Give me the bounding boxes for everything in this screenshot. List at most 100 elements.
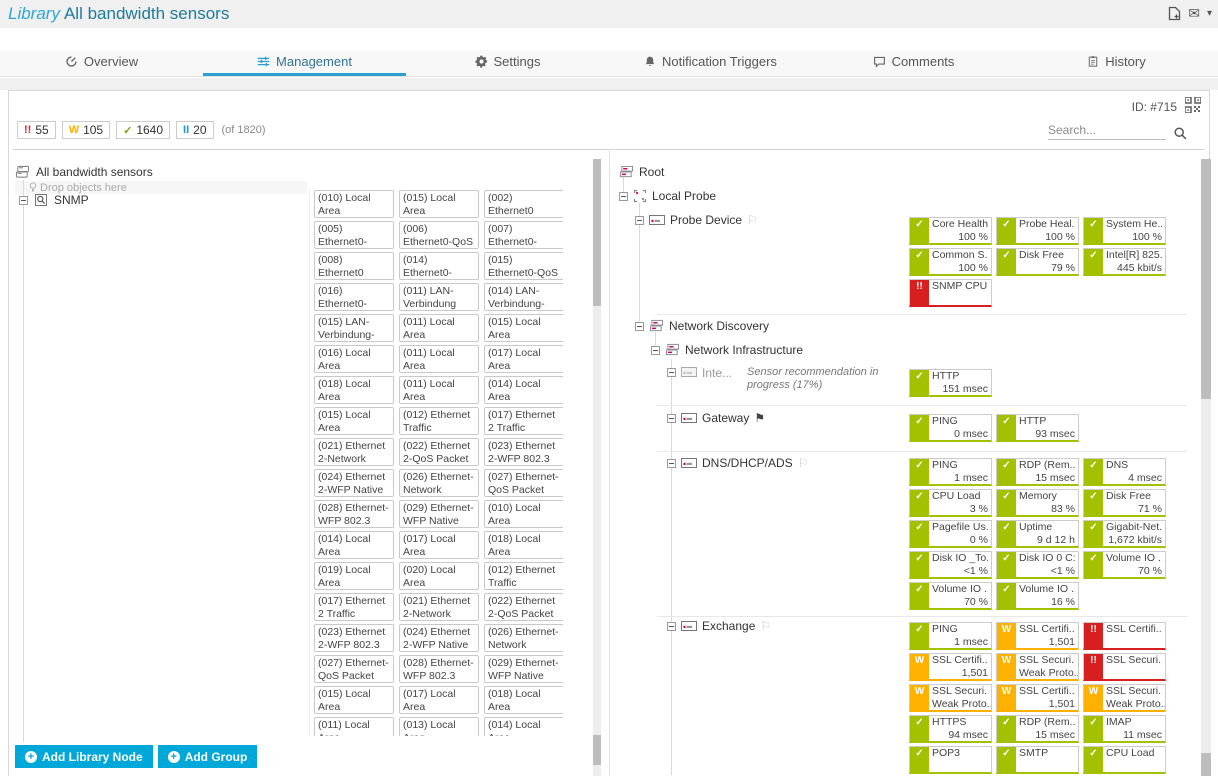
flag-icon[interactable]: ⚐	[798, 456, 809, 470]
tree-node-dns-dhcp-ads[interactable]: DNS/DHCP/ADS ⚐	[667, 456, 808, 470]
tree-node-probe-device[interactable]: Probe Device ⚐	[635, 213, 758, 227]
scrollbar-thumb[interactable]	[593, 159, 601, 306]
collapse-toggle[interactable]	[635, 322, 644, 331]
sensor-chip[interactable]: ✓CPU Load3 %	[909, 489, 992, 517]
sensor-tile[interactable]: (028) Ethernet-WFP 802.3	[314, 500, 394, 528]
tree-node-network-discovery[interactable]: Network Discovery	[635, 319, 769, 333]
sensor-tile[interactable]: (012) Ethernet Traffic	[399, 407, 479, 435]
sensor-chip[interactable]: ✓SMTP	[996, 746, 1079, 774]
sensor-chip[interactable]: ✓Common S...100 %	[909, 248, 992, 276]
scrollbar-block[interactable]	[1201, 753, 1211, 776]
sensor-tile[interactable]: (020) Local Area	[399, 562, 479, 590]
sensor-tile[interactable]: (027) Ethernet-QoS Packet	[484, 469, 563, 497]
sensor-chip[interactable]: ✓RDP (Rem...15 msec	[996, 715, 1079, 743]
sensor-chip[interactable]: ✓IMAP11 msec	[1083, 715, 1166, 743]
tab-comments[interactable]: Comments	[812, 50, 1015, 76]
sensor-chip[interactable]: ✓Disk Free71 %	[1083, 489, 1166, 517]
sensor-tile[interactable]: (014) Local Area	[484, 717, 563, 736]
sensor-chip[interactable]: WSSL Certifi...1,501	[996, 622, 1079, 650]
sensor-tile[interactable]: (012) Ethernet Traffic	[484, 562, 563, 590]
sensor-tile[interactable]: (014) LAN-Verbindung-QoS	[484, 283, 563, 311]
right-scrollbar[interactable]	[1201, 159, 1211, 776]
sensor-tile[interactable]: (019) Local Area	[314, 562, 394, 590]
tree-node-network-infrastructure[interactable]: Network Infrastructure	[651, 343, 803, 357]
sensor-chip[interactable]: ✓Volume IO ...70 %	[909, 582, 992, 610]
sensor-chip[interactable]: ✓Core Health100 %	[909, 217, 992, 245]
scrollbar-thumb[interactable]	[1201, 159, 1211, 399]
caret-down-icon[interactable]: ▾	[1207, 8, 1212, 19]
tree-node-root[interactable]: Root	[619, 165, 664, 179]
sensor-chip[interactable]: ✓PING1 msec	[909, 458, 992, 486]
collapse-toggle[interactable]	[667, 459, 676, 468]
sensor-tile[interactable]: (014) Ethernet0-WFP Native	[399, 252, 479, 280]
sensor-chip[interactable]: ✓Disk IO _To...<1 %	[909, 551, 992, 579]
sensor-tile[interactable]: (015) Local Area	[399, 190, 479, 218]
sensor-tile[interactable]: (017) Local Area	[399, 686, 479, 714]
sensor-tile[interactable]: (017) Local Area	[484, 345, 563, 373]
sensor-chip[interactable]: ✓System He...100 %	[1083, 217, 1166, 245]
collapse-toggle[interactable]	[635, 216, 644, 225]
status-badge-warning[interactable]: W105	[62, 121, 110, 139]
sensor-tile[interactable]: (011) Local Area	[314, 717, 394, 736]
sensor-tile[interactable]: (010) Local Area	[314, 190, 394, 218]
sensor-tile[interactable]: (015) Local Area	[484, 314, 563, 342]
collapse-toggle[interactable]	[667, 368, 676, 377]
sensor-tile[interactable]: (017) Ethernet 2 Traffic	[314, 593, 394, 621]
tab-notification-triggers[interactable]: Notification Triggers	[609, 50, 812, 76]
status-badge-up[interactable]: ✓1640	[116, 121, 170, 139]
sensor-tile[interactable]: (014) Local Area	[314, 531, 394, 559]
sensor-chip[interactable]: ✓HTTP93 msec	[996, 414, 1079, 442]
sensor-chip[interactable]: WSSL Certifi...1,501	[909, 653, 992, 681]
sensor-tile[interactable]: (026) Ethernet-Network	[399, 469, 479, 497]
tab-settings[interactable]: Settings	[406, 50, 609, 76]
sensor-chip[interactable]: ✓PING1 msec	[909, 622, 992, 650]
sensor-chip[interactable]: WSSL Securi...Weak Proto...	[996, 653, 1079, 681]
sensor-tile[interactable]: (011) Local Area	[399, 314, 479, 342]
flag-icon[interactable]: ⚑	[754, 411, 765, 425]
collapse-toggle[interactable]	[19, 196, 28, 205]
library-node-snmp[interactable]: SNMP	[19, 193, 89, 207]
sensor-chip[interactable]: ✓RDP (Rem...15 msec	[996, 458, 1079, 486]
sensor-chip[interactable]: ✓Probe Heal...100 %	[996, 217, 1079, 245]
sensor-chip[interactable]: !!SNMP CPU...	[909, 279, 992, 307]
sensor-chip[interactable]: WSSL Certifi...1,501	[996, 684, 1079, 712]
sensor-chip[interactable]: ✓Volume IO ...16 %	[996, 582, 1079, 610]
sensor-tile[interactable]: (007) Ethernet0-WFP 802.3	[484, 221, 563, 249]
scrollbar-block[interactable]	[593, 735, 601, 765]
sensor-tile[interactable]: (016) Local Area	[314, 345, 394, 373]
status-badge-paused[interactable]: II20	[176, 121, 213, 139]
sensor-chip[interactable]: ✓POP3	[909, 746, 992, 774]
collapse-toggle[interactable]	[619, 192, 628, 201]
sensor-chip[interactable]: WSSL Securi...Weak Proto...	[1083, 684, 1166, 712]
sensor-tile[interactable]: (011) Local Area	[399, 345, 479, 373]
tree-node-exchange[interactable]: Exchange ⚐	[667, 619, 771, 633]
add-library-node-button[interactable]: + Add Library Node	[15, 745, 153, 768]
sensor-chip[interactable]: ✓HTTPS94 msec	[909, 715, 992, 743]
sensor-chip[interactable]: ✓Intel[R] 825...445 kbit/s	[1083, 248, 1166, 276]
sensor-chip[interactable]: ✓Uptime9 d 12 h	[996, 520, 1079, 548]
sensor-tile[interactable]: (024) Ethernet 2-WFP Native	[399, 624, 479, 652]
sensor-chip[interactable]: ✓Disk Free79 %	[996, 248, 1079, 276]
sensor-chip[interactable]: ✓Disk IO 0 C:<1 %	[996, 551, 1079, 579]
sensor-chip[interactable]: ✓Volume IO ...70 %	[1083, 551, 1166, 579]
sensor-tile[interactable]: (015) Local Area	[314, 686, 394, 714]
sensor-tile[interactable]: (027) Ethernet-QoS Packet	[314, 655, 394, 683]
sensor-tile[interactable]: (014) Local Area	[484, 376, 563, 404]
search-icon[interactable]	[1174, 127, 1187, 140]
new-object-icon[interactable]	[1168, 6, 1181, 21]
collapse-toggle[interactable]	[667, 414, 676, 423]
sensor-tile[interactable]: (011) LAN-Verbindung	[399, 283, 479, 311]
sensor-tile[interactable]: (024) Ethernet 2-WFP Native	[314, 469, 394, 497]
left-scrollbar[interactable]	[593, 159, 601, 776]
mail-icon[interactable]: ✉	[1188, 5, 1200, 22]
sensor-chip[interactable]: ✓Gigabit-Net...1,672 kbit/s	[1083, 520, 1166, 548]
sensor-tile[interactable]: (015) Ethernet0-QoS Packet	[484, 252, 563, 280]
sensor-chip[interactable]: ✓PING0 msec	[909, 414, 992, 442]
tree-node-local-probe[interactable]: Local Probe	[619, 189, 716, 203]
sensor-tile[interactable]: (015) Local Area	[314, 407, 394, 435]
sensor-tile[interactable]: (021) Ethernet 2-Network	[314, 438, 394, 466]
sensor-tile[interactable]: (016) Ethernet0-WFP 802.3	[314, 283, 394, 311]
tab-management[interactable]: Management	[203, 50, 406, 76]
sensor-tile[interactable]: (010) Local Area	[484, 500, 563, 528]
sensor-tile[interactable]: (029) Ethernet-WFP Native	[484, 655, 563, 683]
